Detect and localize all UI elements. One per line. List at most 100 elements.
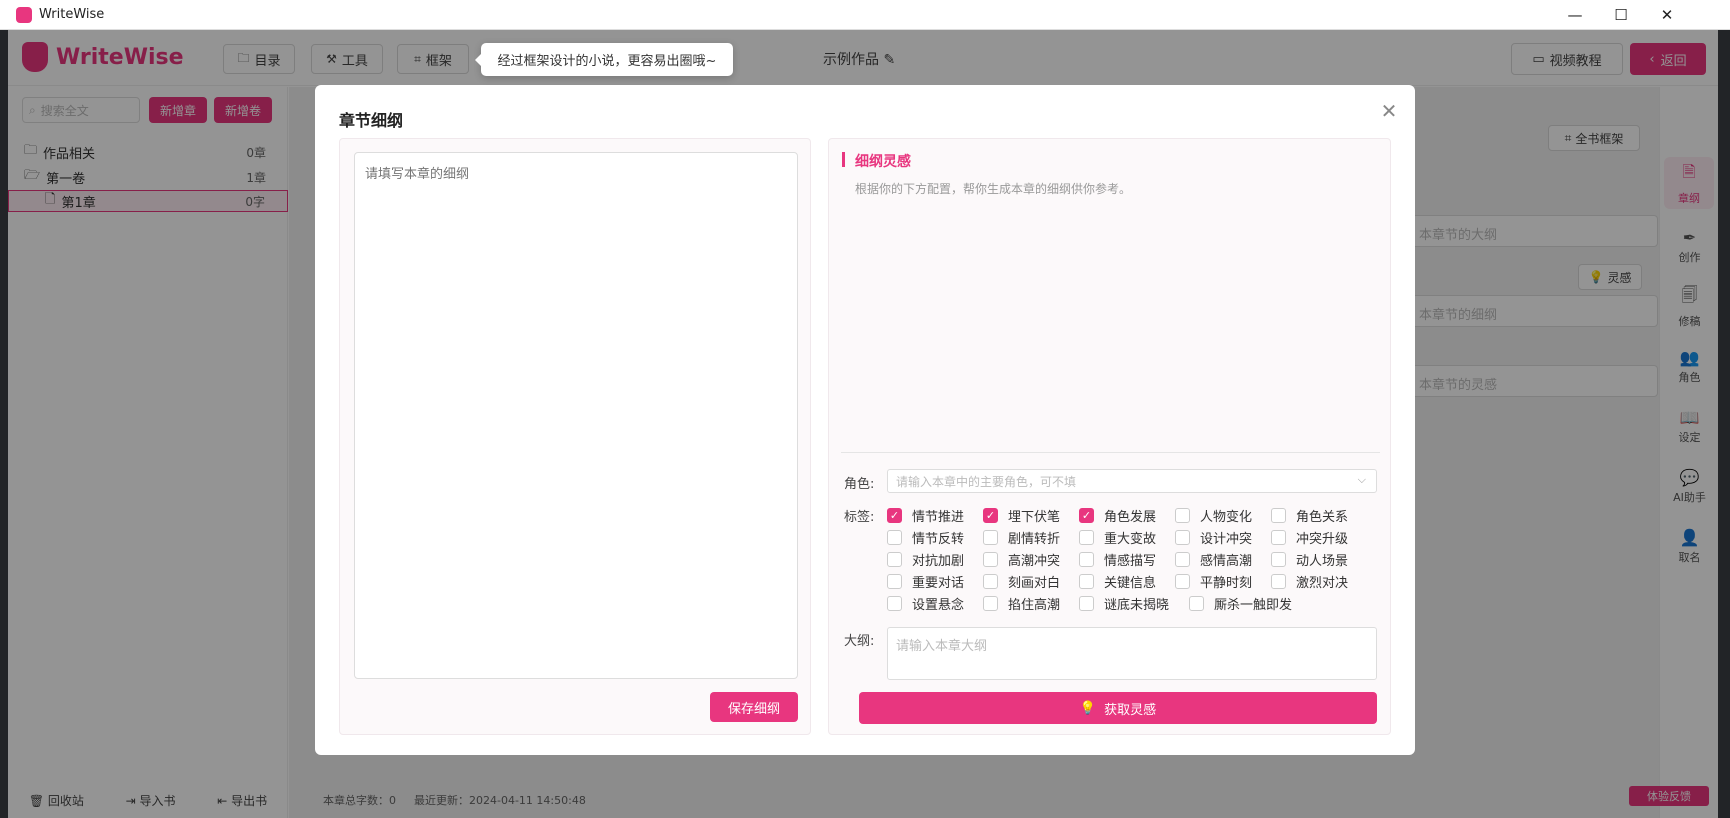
- framework-tooltip: 经过框架设计的小说，更容易出圈哦~: [475, 43, 733, 76]
- tag-label: 高潮冲突: [1008, 553, 1061, 569]
- get-inspiration-label: 获取灵感: [1104, 702, 1157, 718]
- checkbox-icon[interactable]: [1175, 529, 1190, 545]
- checkbox-checked-icon[interactable]: ✓: [1079, 507, 1094, 523]
- checkbox-icon[interactable]: [983, 529, 998, 545]
- tag-label: 谜底未揭晓: [1104, 597, 1170, 613]
- tag-label: 重要对话: [912, 575, 965, 591]
- tag-checkbox[interactable]: 感情高潮: [1175, 550, 1253, 569]
- outline-editor-panel: 保存细纲: [339, 138, 811, 735]
- tag-checkbox[interactable]: 厮杀一触即发: [1189, 594, 1293, 613]
- tag-label: 冲突升级: [1296, 531, 1349, 547]
- minimize-button[interactable]: —: [1552, 0, 1598, 30]
- checkbox-icon[interactable]: [887, 573, 902, 589]
- checkbox-icon[interactable]: [983, 551, 998, 567]
- maximize-button[interactable]: ☐: [1598, 0, 1644, 30]
- section-title: 细纲灵感: [855, 154, 911, 170]
- tag-checkbox[interactable]: 关键信息: [1079, 572, 1157, 591]
- tag-checkbox[interactable]: ✓ 埋下伏笔: [983, 506, 1061, 525]
- chapter-outline-dialog: 章节细纲 ✕ 保存细纲 细纲灵感 根据你的下方配置，帮你生成本章的细纲供你参考。…: [315, 85, 1415, 755]
- tag-checkbox[interactable]: 对抗加剧: [887, 550, 965, 569]
- bulb-icon: 💡: [1079, 700, 1097, 716]
- tag-checkbox[interactable]: ✓ 情节推进: [887, 506, 965, 525]
- tag-label: 动人场景: [1296, 553, 1349, 569]
- save-outline-button[interactable]: 保存细纲: [710, 692, 798, 722]
- tag-checkbox[interactable]: 情节反转: [887, 528, 965, 547]
- checkbox-icon[interactable]: [1079, 595, 1094, 611]
- tag-label: 情节推进: [912, 509, 965, 525]
- role-placeholder: 请输入本章中的主要角色，可不填: [896, 475, 1077, 489]
- chapter-outline-input[interactable]: 请输入本章大纲: [887, 627, 1377, 680]
- section-accent-bar: [842, 152, 845, 167]
- checkbox-icon[interactable]: [1189, 595, 1204, 611]
- tag-checkbox[interactable]: 角色关系: [1271, 506, 1349, 525]
- tag-label: 情节反转: [912, 531, 965, 547]
- checkbox-icon[interactable]: [1271, 529, 1286, 545]
- tag-label: 刻画对白: [1008, 575, 1061, 591]
- app-logo-icon: [16, 6, 32, 23]
- tag-checkbox[interactable]: 激烈对决: [1271, 572, 1349, 591]
- close-icon[interactable]: ✕: [1377, 99, 1401, 123]
- tag-checkbox[interactable]: 重要对话: [887, 572, 965, 591]
- tag-checkbox[interactable]: 重大变故: [1079, 528, 1157, 547]
- tag-checkbox[interactable]: 掐住高潮: [983, 594, 1061, 613]
- tag-checkbox[interactable]: 情感描写: [1079, 550, 1157, 569]
- checkbox-checked-icon[interactable]: ✓: [887, 507, 902, 523]
- section-description: 根据你的下方配置，帮你生成本章的细纲供你参考。: [855, 182, 1132, 196]
- get-inspiration-button[interactable]: 💡 获取灵感: [859, 692, 1377, 724]
- tag-checkbox[interactable]: 剧情转折: [983, 528, 1061, 547]
- tag-label: 激烈对决: [1296, 575, 1349, 591]
- checkbox-icon[interactable]: [1271, 551, 1286, 567]
- checkbox-icon[interactable]: [1175, 551, 1190, 567]
- checkbox-icon[interactable]: [983, 595, 998, 611]
- close-window-button[interactable]: ✕: [1644, 0, 1690, 30]
- checkbox-icon[interactable]: [1271, 573, 1286, 589]
- checkbox-checked-icon[interactable]: ✓: [983, 507, 998, 523]
- checkbox-icon[interactable]: [1175, 573, 1190, 589]
- tag-label: 厮杀一触即发: [1214, 597, 1293, 613]
- window-title: WriteWise: [39, 7, 105, 22]
- checkbox-icon[interactable]: [887, 529, 902, 545]
- tag-checkbox[interactable]: 设置悬念: [887, 594, 965, 613]
- checkbox-icon[interactable]: [1079, 551, 1094, 567]
- tag-checkbox[interactable]: 设计冲突: [1175, 528, 1253, 547]
- tag-checkbox[interactable]: 动人场景: [1271, 550, 1349, 569]
- checkbox-icon[interactable]: [1271, 507, 1286, 523]
- checkbox-icon[interactable]: [983, 573, 998, 589]
- checkbox-icon[interactable]: [887, 551, 902, 567]
- tag-checkbox[interactable]: 平静时刻: [1175, 572, 1253, 591]
- tag-checkbox[interactable]: 刻画对白: [983, 572, 1061, 591]
- tag-label: 埋下伏笔: [1008, 509, 1061, 525]
- tag-label: 平静时刻: [1200, 575, 1253, 591]
- tag-label: 设置悬念: [912, 597, 965, 613]
- tag-label: 掐住高潮: [1008, 597, 1061, 613]
- role-label: 角色:: [844, 477, 875, 492]
- checkbox-icon[interactable]: [1175, 507, 1190, 523]
- tag-label: 重大变故: [1104, 531, 1157, 547]
- divider: [841, 452, 1380, 453]
- outline-label: 大纲:: [844, 634, 875, 649]
- tag-label: 人物变化: [1200, 509, 1253, 525]
- outline-textarea[interactable]: [354, 152, 798, 679]
- tag-label: 感情高潮: [1200, 553, 1253, 569]
- tag-checkbox[interactable]: 高潮冲突: [983, 550, 1061, 569]
- tag-checkbox[interactable]: ✓ 角色发展: [1079, 506, 1157, 525]
- tag-label: 角色发展: [1104, 509, 1157, 525]
- inspiration-panel: 细纲灵感 根据你的下方配置，帮你生成本章的细纲供你参考。 角色: 请输入本章中的…: [828, 138, 1391, 735]
- tags-label: 标签:: [844, 510, 875, 525]
- tag-label: 角色关系: [1296, 509, 1349, 525]
- role-select[interactable]: 请输入本章中的主要角色，可不填 ⌵: [887, 469, 1377, 493]
- tag-label: 设计冲突: [1200, 531, 1253, 547]
- chevron-down-icon: ⌵: [1357, 473, 1366, 486]
- checkbox-icon[interactable]: [887, 595, 902, 611]
- tag-checkbox[interactable]: 冲突升级: [1271, 528, 1349, 547]
- tag-label: 关键信息: [1104, 575, 1157, 591]
- tag-checkbox[interactable]: 人物变化: [1175, 506, 1253, 525]
- checkbox-icon[interactable]: [1079, 529, 1094, 545]
- tag-label: 情感描写: [1104, 553, 1157, 569]
- tag-checkbox[interactable]: 谜底未揭晓: [1079, 594, 1170, 613]
- tag-label: 对抗加剧: [912, 553, 965, 569]
- tag-label: 剧情转折: [1008, 531, 1061, 547]
- window-titlebar: WriteWise — ☐ ✕: [0, 0, 1730, 30]
- dialog-title: 章节细纲: [339, 111, 404, 130]
- checkbox-icon[interactable]: [1079, 573, 1094, 589]
